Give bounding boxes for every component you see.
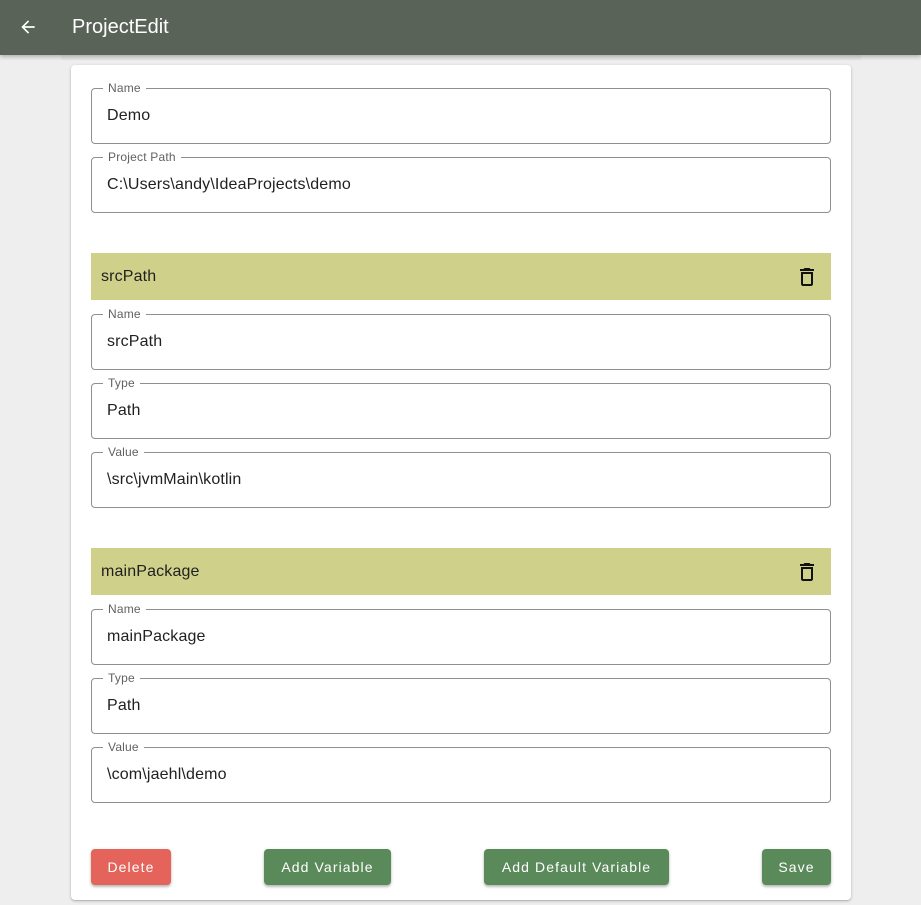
add-variable-button[interactable]: Add Variable — [264, 849, 391, 885]
back-button[interactable] — [10, 9, 46, 45]
variable-header: mainPackage — [91, 548, 831, 595]
project-path-input[interactable] — [107, 158, 816, 212]
project-name-field[interactable]: Name — [91, 81, 831, 144]
variable-value-input[interactable] — [107, 748, 816, 802]
delete-variable-button[interactable] — [793, 263, 821, 291]
variable-type-input[interactable] — [107, 679, 816, 733]
save-button[interactable]: Save — [762, 849, 831, 885]
variable-type-input[interactable] — [107, 384, 816, 438]
delete-button[interactable]: Delete — [91, 849, 171, 885]
variable-type-field[interactable]: Type — [91, 671, 831, 734]
variable-name-field[interactable]: Name — [91, 307, 831, 370]
variable-value-input[interactable] — [107, 453, 816, 507]
trash-icon — [800, 268, 814, 286]
project-path-field[interactable]: Project Path — [91, 150, 831, 213]
project-name-input[interactable] — [107, 89, 816, 143]
page-title: ProjectEdit — [72, 16, 169, 38]
variable-header: srcPath — [91, 253, 831, 300]
variable-name-field[interactable]: Name — [91, 602, 831, 665]
variable-title: srcPath — [101, 268, 157, 285]
app-bar: ProjectEdit — [0, 0, 921, 55]
variable-value-field[interactable]: Value — [91, 445, 831, 508]
variable-name-input[interactable] — [107, 610, 816, 664]
project-edit-card: Name Project Path srcPath Name Type Valu… — [71, 65, 851, 900]
arrow-left-icon — [21, 20, 35, 34]
content-top-edge — [61, 55, 861, 60]
variable-title: mainPackage — [101, 563, 200, 580]
trash-icon — [800, 563, 814, 581]
variable-value-field[interactable]: Value — [91, 740, 831, 803]
variable-name-input[interactable] — [107, 315, 816, 369]
add-default-variable-button[interactable]: Add Default Variable — [484, 849, 669, 885]
variable-type-field[interactable]: Type — [91, 376, 831, 439]
delete-variable-button[interactable] — [793, 558, 821, 586]
